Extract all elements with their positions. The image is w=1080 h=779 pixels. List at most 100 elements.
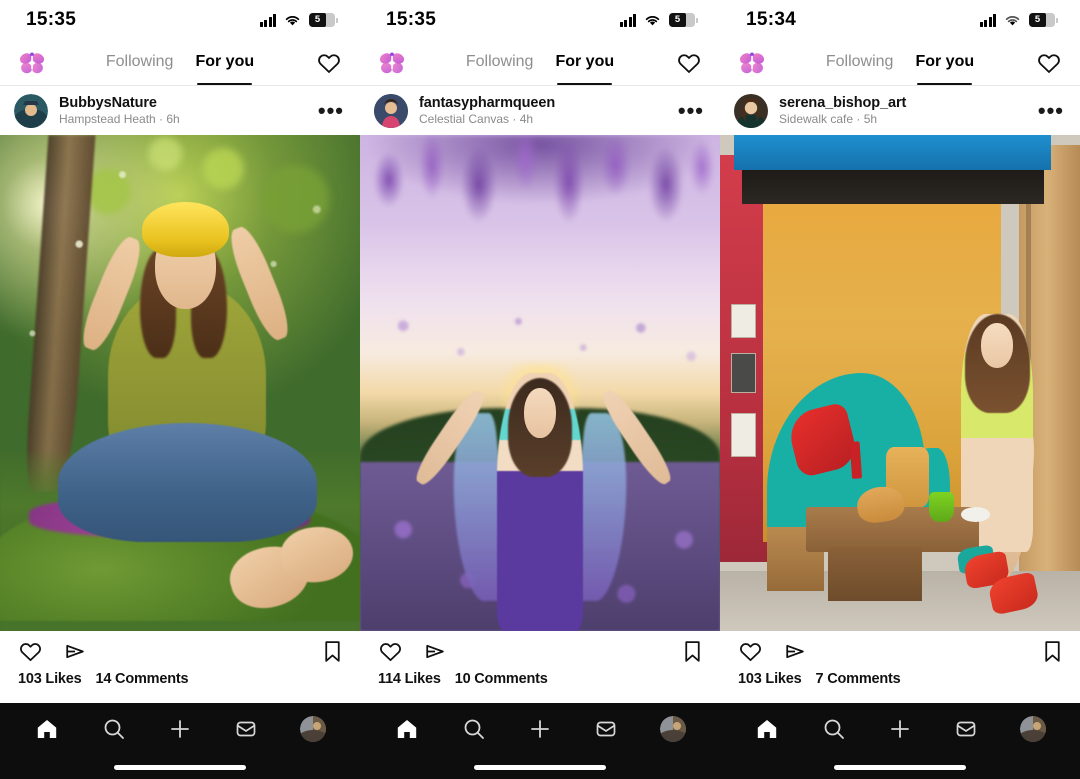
- likes-count[interactable]: 103 Likes: [738, 671, 802, 687]
- post-header: fantasypharmqueen Celestial Canvas · 4h …: [360, 86, 720, 135]
- more-options-icon[interactable]: •••: [1038, 99, 1064, 121]
- likes-count[interactable]: 103 Likes: [18, 671, 82, 687]
- nav-home-icon[interactable]: [750, 714, 784, 744]
- home-indicator-area: [720, 755, 1080, 779]
- phone-screen-1: 15:35 5 Following For you BubbysNature H…: [0, 0, 360, 779]
- post-actions: [360, 631, 720, 671]
- post-subtitle: Sidewalk cafe · 5h: [779, 112, 878, 126]
- share-button[interactable]: [62, 639, 87, 664]
- post-actions: [720, 631, 1080, 671]
- tab-for-you[interactable]: For you: [555, 53, 614, 85]
- nav-profile-avatar-icon[interactable]: [656, 714, 690, 744]
- share-button[interactable]: [782, 639, 807, 664]
- post-meta: serena_bishop_art Sidewalk cafe · 5h: [779, 95, 906, 126]
- home-indicator[interactable]: [114, 764, 246, 770]
- battery-icon: 5: [669, 13, 698, 27]
- post-meta: fantasypharmqueen Celestial Canvas · 4h: [419, 95, 555, 126]
- like-button[interactable]: [18, 639, 43, 664]
- tab-following[interactable]: Following: [466, 53, 534, 73]
- app-top-bar: Following For you: [360, 40, 720, 86]
- nav-inbox-icon[interactable]: [229, 714, 263, 744]
- status-bar: 15:35 5: [0, 0, 360, 40]
- status-clock: 15:35: [386, 9, 437, 30]
- comments-count[interactable]: 10 Comments: [455, 671, 548, 687]
- bottom-nav-bar: [0, 703, 360, 755]
- post-image[interactable]: [0, 135, 360, 631]
- share-button[interactable]: [422, 639, 447, 664]
- tab-for-you[interactable]: For you: [915, 53, 974, 85]
- tab-following[interactable]: Following: [106, 53, 174, 73]
- post-username[interactable]: BubbysNature: [59, 95, 180, 111]
- more-options-icon[interactable]: •••: [678, 99, 704, 121]
- nav-search-icon[interactable]: [97, 714, 131, 744]
- post-counts: 103 Likes 7 Comments: [720, 671, 1080, 703]
- post-username[interactable]: fantasypharmqueen: [419, 95, 555, 111]
- home-indicator-area: [360, 755, 720, 779]
- post-username[interactable]: serena_bishop_art: [779, 95, 906, 111]
- status-clock: 15:34: [746, 9, 797, 30]
- home-indicator[interactable]: [474, 764, 606, 770]
- status-bar: 15:35 5: [360, 0, 720, 40]
- post-subtitle: Hampstead Heath · 6h: [59, 112, 180, 126]
- post-subtitle: Celestial Canvas · 4h: [419, 112, 534, 126]
- cellular-signal-icon: [259, 13, 276, 27]
- post-counts: 114 Likes 10 Comments: [360, 671, 720, 703]
- wifi-icon: [645, 15, 660, 25]
- wifi-icon: [285, 15, 300, 25]
- butterfly-logo-icon[interactable]: [18, 50, 46, 76]
- nav-search-icon[interactable]: [457, 714, 491, 744]
- post-avatar[interactable]: [734, 93, 768, 128]
- save-button[interactable]: [321, 639, 344, 664]
- butterfly-logo-icon[interactable]: [738, 50, 766, 76]
- comments-count[interactable]: 14 Comments: [96, 671, 189, 687]
- app-top-bar: Following For you: [0, 40, 360, 86]
- feed-tabs: Following For you: [720, 40, 1080, 85]
- butterfly-logo-icon[interactable]: [378, 50, 406, 76]
- home-indicator-area: [0, 755, 360, 779]
- battery-icon: 5: [1029, 13, 1058, 27]
- nav-home-icon[interactable]: [30, 714, 64, 744]
- post-meta: BubbysNature Hampstead Heath · 6h: [59, 95, 180, 126]
- nav-create-plus-icon[interactable]: [883, 714, 917, 744]
- status-indicators: 5: [619, 13, 698, 27]
- nav-profile-avatar-icon[interactable]: [1016, 714, 1050, 744]
- comments-count[interactable]: 7 Comments: [816, 671, 901, 687]
- post-avatar[interactable]: [14, 93, 48, 128]
- like-button[interactable]: [378, 639, 403, 664]
- nav-create-plus-icon[interactable]: [523, 714, 557, 744]
- three-phone-screenshots: 15:35 5 Following For you BubbysNature H…: [0, 0, 1080, 779]
- post-image[interactable]: [360, 135, 720, 631]
- phone-screen-2: 15:35 5 Following For you fantasypharmqu…: [360, 0, 720, 779]
- activity-heart-icon[interactable]: [316, 50, 342, 76]
- more-options-icon[interactable]: •••: [318, 99, 344, 121]
- like-button[interactable]: [738, 639, 763, 664]
- nav-profile-avatar-icon[interactable]: [296, 714, 330, 744]
- tab-for-you[interactable]: For you: [195, 53, 254, 85]
- activity-heart-icon[interactable]: [1036, 50, 1062, 76]
- tab-following[interactable]: Following: [826, 53, 894, 73]
- nav-home-icon[interactable]: [390, 714, 424, 744]
- bottom-nav-bar: [720, 703, 1080, 755]
- status-clock: 15:35: [26, 9, 77, 30]
- nav-create-plus-icon[interactable]: [163, 714, 197, 744]
- activity-heart-icon[interactable]: [676, 50, 702, 76]
- status-indicators: 5: [979, 13, 1058, 27]
- app-top-bar: Following For you: [720, 40, 1080, 86]
- nav-search-icon[interactable]: [817, 714, 851, 744]
- wifi-icon: [1005, 15, 1020, 25]
- post-image[interactable]: [720, 135, 1080, 631]
- feed-tabs: Following For you: [360, 40, 720, 85]
- phone-screen-3: 15:34 5 Following For you serena_bishop_…: [720, 0, 1080, 779]
- status-indicators: 5: [259, 13, 338, 27]
- save-button[interactable]: [1041, 639, 1064, 664]
- bottom-nav-bar: [360, 703, 720, 755]
- home-indicator[interactable]: [834, 764, 966, 770]
- save-button[interactable]: [681, 639, 704, 664]
- post-counts: 103 Likes 14 Comments: [0, 671, 360, 703]
- nav-inbox-icon[interactable]: [589, 714, 623, 744]
- nav-inbox-icon[interactable]: [949, 714, 983, 744]
- post-header: serena_bishop_art Sidewalk cafe · 5h •••: [720, 86, 1080, 135]
- post-actions: [0, 631, 360, 671]
- post-avatar[interactable]: [374, 93, 408, 128]
- likes-count[interactable]: 114 Likes: [378, 671, 441, 687]
